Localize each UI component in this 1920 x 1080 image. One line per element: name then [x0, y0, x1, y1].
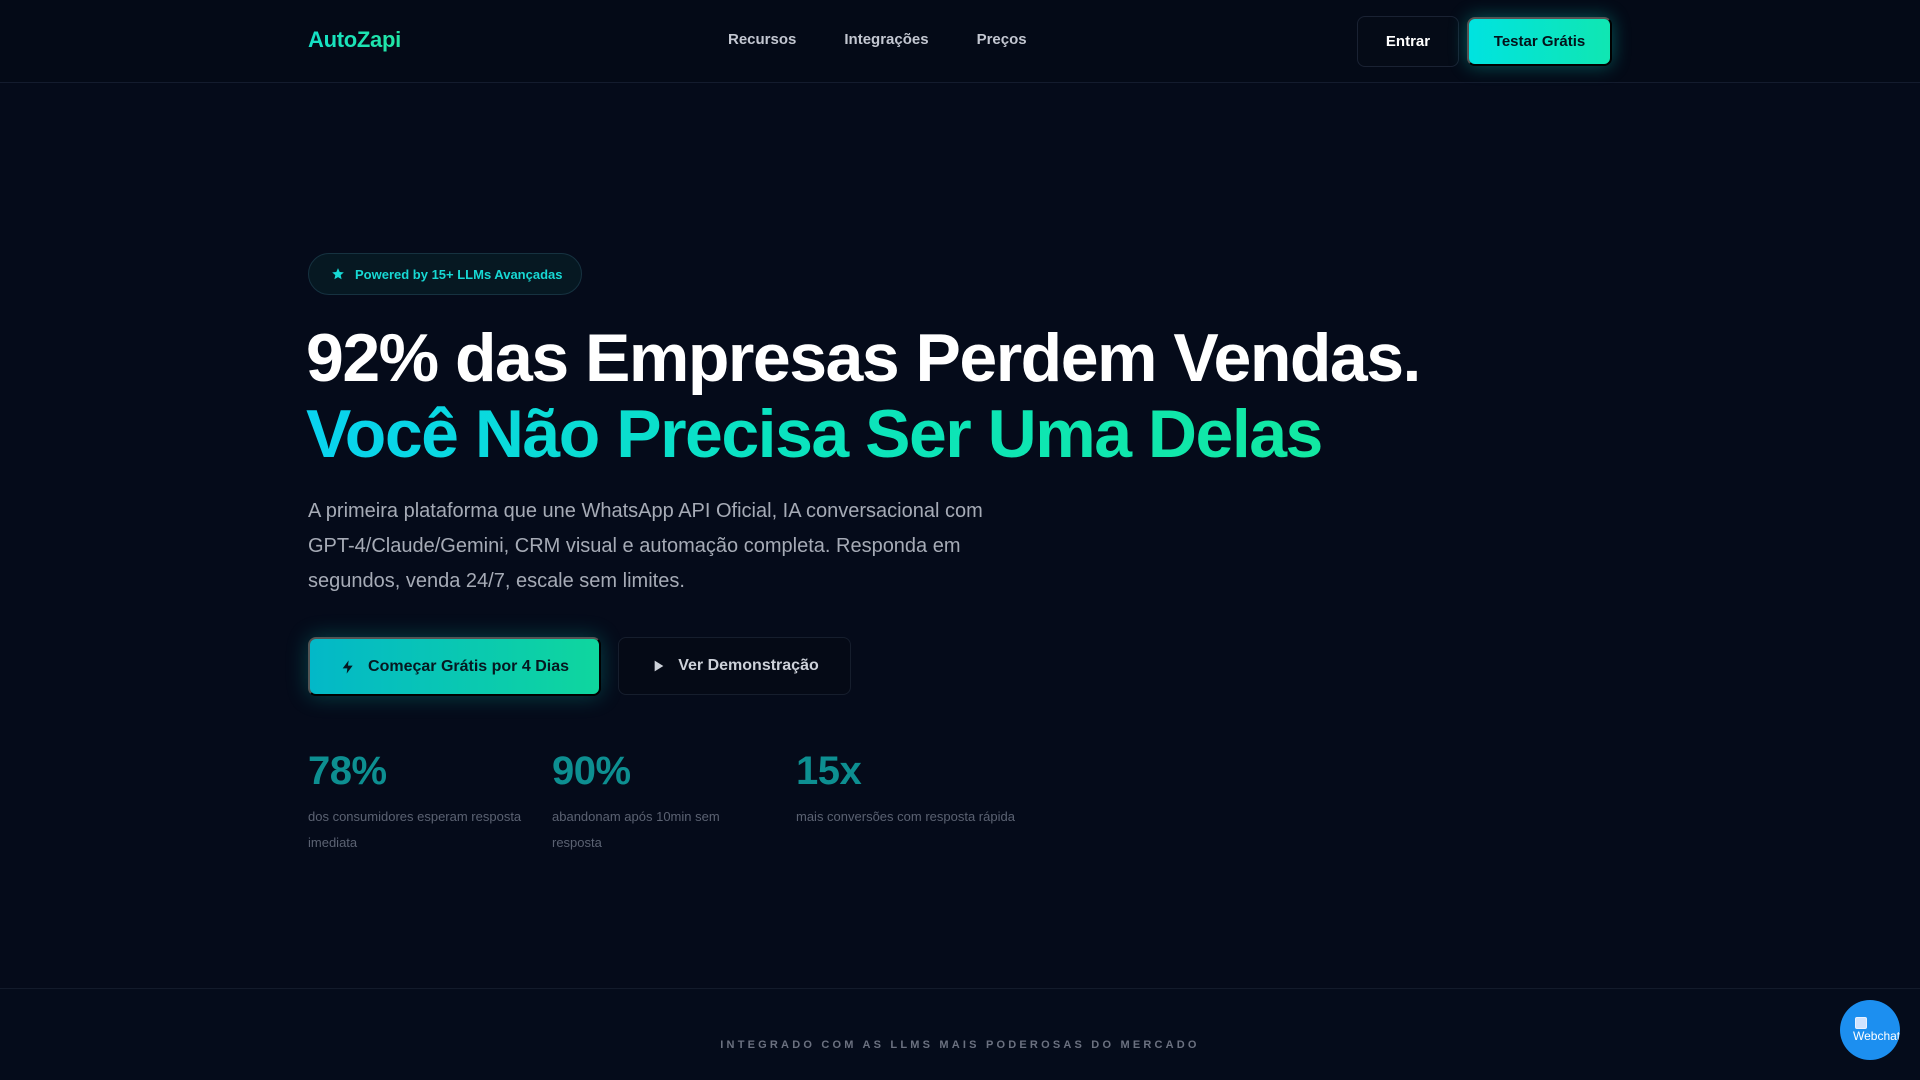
stat-item: 78% dos consumidores esperam resposta im…	[308, 748, 528, 856]
nav-link-integracoes[interactable]: Integrações	[844, 31, 928, 48]
play-icon	[650, 658, 666, 674]
stat-item: 15x mais conversões com resposta rápida	[796, 748, 1016, 830]
lightning-icon	[340, 659, 356, 675]
headline-accent: Você Não Precisa Ser Uma Delas	[306, 396, 1323, 472]
start-free-trial-label: Começar Grátis por 4 Dias	[368, 657, 569, 675]
nav-links: Recursos Integrações Preços	[728, 31, 1027, 48]
chat-widget-alt-text: Webchat	[1853, 1029, 1900, 1043]
brand-logo[interactable]: AutoZapi	[308, 27, 401, 53]
integrations-heading: INTEGRADO COM AS LLMS MAIS PODEROSAS DO …	[720, 1039, 1200, 1051]
broken-image-icon	[1855, 1017, 1867, 1029]
stat-label: mais conversões com resposta rápida	[796, 809, 1015, 824]
hero-description: A primeira plataforma que une WhatsApp A…	[308, 500, 983, 592]
top-navbar: AutoZapi Recursos Integrações Preços Ent…	[0, 0, 1920, 83]
free-trial-button[interactable]: Testar Grátis	[1467, 17, 1612, 66]
chat-widget-button[interactable]: Webchat	[1840, 1000, 1900, 1060]
login-button[interactable]: Entrar	[1357, 16, 1459, 67]
stat-label: abandonam após 10min sem resposta	[552, 809, 720, 850]
integrations-strip: INTEGRADO COM AS LLMS MAIS PODEROSAS DO …	[0, 988, 1920, 1080]
stat-value: 78%	[308, 749, 387, 793]
stat-item: 90% abandonam após 10min sem resposta	[552, 748, 772, 856]
stat-label: dos consumidores esperam resposta imedia…	[308, 809, 522, 850]
star-icon	[331, 267, 345, 281]
nav-link-precos[interactable]: Preços	[977, 31, 1027, 48]
stat-value: 90%	[552, 749, 631, 793]
headline: 92% das Empresas Perdem Vendas.	[306, 320, 1421, 396]
watch-demo-button[interactable]: Ver Demonstração	[618, 637, 851, 695]
chat-widget-icon: Webchat	[1853, 1013, 1900, 1047]
nav-link-recursos[interactable]: Recursos	[728, 31, 796, 48]
start-free-trial-button[interactable]: Começar Grátis por 4 Dias	[308, 637, 601, 696]
stat-value: 15x	[796, 749, 862, 793]
powered-by-badge: Powered by 15+ LLMs Avançadas	[308, 253, 582, 295]
watch-demo-label: Ver Demonstração	[678, 657, 819, 674]
badge-text: Powered by 15+ LLMs Avançadas	[355, 266, 563, 282]
